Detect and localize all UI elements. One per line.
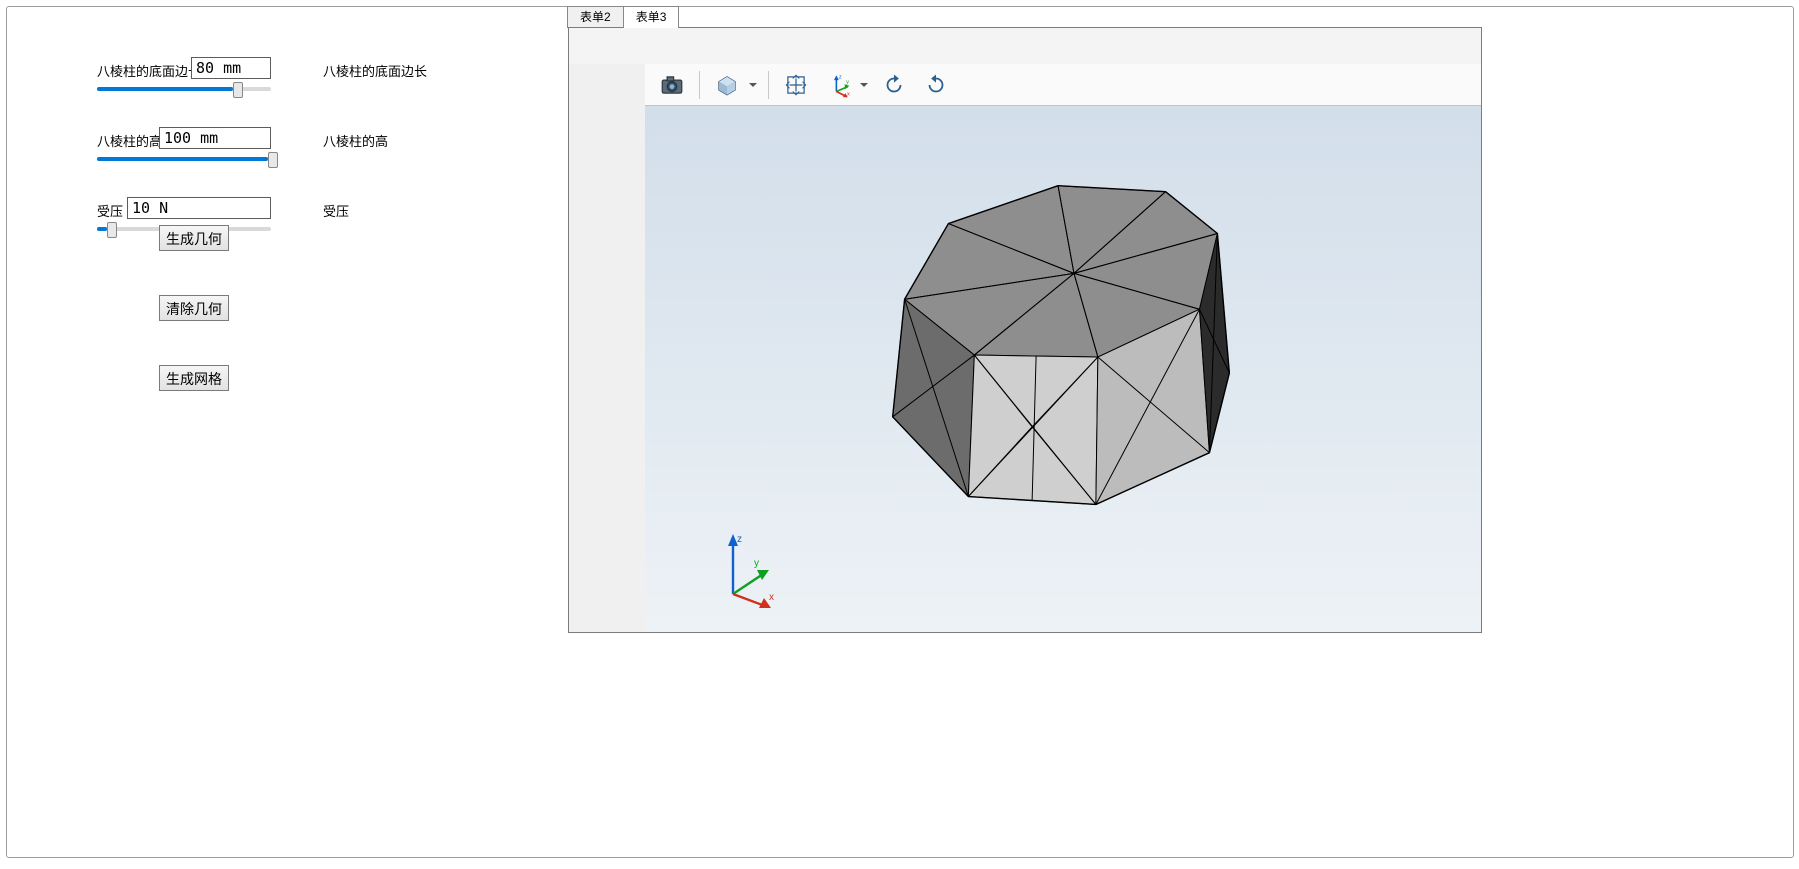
toolbar-separator	[699, 71, 700, 99]
axis-orientation-dropdown[interactable]	[857, 68, 871, 102]
param-edge-label: 八棱柱的底面边长	[97, 61, 201, 80]
param-height-row: 八棱柱的高 八棱柱的高	[97, 125, 537, 183]
axis-y-label: y	[754, 558, 759, 569]
param-pressure-input[interactable]	[127, 197, 271, 219]
axis-x-label: x	[769, 592, 774, 603]
param-height-label: 八棱柱的高	[97, 131, 162, 150]
action-buttons: 生成几何 清除几何 生成网格	[159, 225, 229, 435]
clear-geometry-button[interactable]: 清除几何	[159, 295, 229, 321]
param-height-desc: 八棱柱的高	[323, 131, 388, 150]
viewport-panel: z y x	[568, 27, 1482, 633]
axis-triad: z y x	[713, 528, 783, 608]
rotate-ccw-icon[interactable]	[875, 68, 913, 102]
param-height-slider[interactable]	[97, 149, 271, 169]
param-edge-row: 八棱柱的底面边长 八棱柱的底面边长	[97, 55, 537, 113]
render-area[interactable]: z y x	[645, 106, 1481, 632]
param-edge-desc: 八棱柱的底面边长	[323, 61, 427, 80]
svg-text:x: x	[847, 91, 850, 97]
axis-orientation-icon[interactable]: z y x	[819, 68, 857, 102]
viewport-toolbar: z y x	[645, 64, 1481, 106]
rotate-cw-icon[interactable]	[917, 68, 955, 102]
generate-geometry-button[interactable]: 生成几何	[159, 225, 229, 251]
generate-mesh-button[interactable]: 生成网格	[159, 365, 229, 391]
param-pressure-label: 受压	[97, 201, 123, 220]
svg-text:y: y	[846, 79, 849, 85]
param-pressure-desc: 受压	[323, 201, 349, 220]
camera-icon[interactable]	[653, 68, 691, 102]
model-tree-gutter	[569, 64, 645, 632]
param-edge-slider[interactable]	[97, 79, 271, 99]
tab-form3[interactable]: 表单3	[623, 6, 680, 28]
form-frame: 表单2 表单3 八棱柱的底面边长 八棱柱的底面边长 八棱柱的高	[6, 6, 1794, 858]
axis-z-label: z	[737, 534, 742, 545]
view-cube-dropdown[interactable]	[746, 68, 760, 102]
view-cube-icon[interactable]	[708, 68, 746, 102]
param-edge-input[interactable]	[191, 57, 271, 79]
tab-form2[interactable]: 表单2	[567, 6, 624, 28]
tab-bar: 表单2 表单3	[567, 6, 678, 28]
svg-text:z: z	[839, 74, 842, 80]
toolbar-separator	[768, 71, 769, 99]
zoom-extents-icon[interactable]	[777, 68, 815, 102]
param-height-input[interactable]	[159, 127, 271, 149]
